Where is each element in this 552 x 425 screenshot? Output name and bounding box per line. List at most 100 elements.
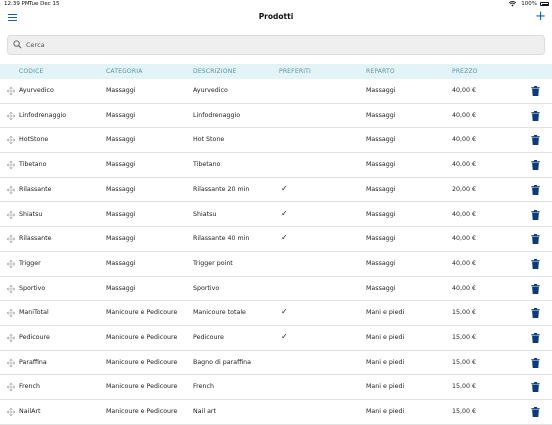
column-header-prezzo[interactable]: PREZZO [452, 68, 478, 75]
table-row[interactable]: Pedicoure Manicoure e Pedicoure Pedicour… [0, 326, 552, 351]
cell-prezzo: 40,00 € [452, 111, 477, 119]
drag-handle-icon[interactable] [7, 284, 15, 293]
cell-codice: Pedicoure [19, 334, 50, 341]
cell-reparto: Massaggi [366, 259, 396, 267]
cell-prezzo: 15,00 € [452, 334, 477, 341]
cell-categoria: Manicoure e Pedicoure [106, 334, 178, 341]
cell-descrizione: Sportivo [193, 284, 220, 292]
search-input[interactable] [26, 36, 526, 54]
search-icon [13, 40, 22, 49]
trash-icon[interactable] [531, 258, 540, 269]
cell-descrizione: Ayurvedico [193, 87, 228, 94]
drag-handle-icon[interactable] [7, 358, 15, 367]
drag-handle-icon[interactable] [7, 334, 15, 342]
drag-handle-icon[interactable] [7, 259, 15, 268]
drag-handle-icon[interactable] [7, 210, 15, 219]
battery-percent: 100% [521, 1, 537, 7]
table-row[interactable]: Paraffina Manicoure e Pedicoure Bagno di… [0, 351, 552, 376]
trash-icon[interactable] [531, 407, 540, 418]
trash-icon[interactable] [531, 135, 540, 146]
cell-codice: Paraffina [19, 358, 47, 366]
table-row[interactable]: Linfodrenaggio Massaggi Linfodrenaggio M… [0, 104, 552, 129]
table-row[interactable]: Shiatsu Massaggi Shiatsu ✓ Massaggi 40,0… [0, 203, 552, 228]
trash-icon[interactable] [531, 184, 540, 195]
table-row[interactable]: Rilassante Massaggi Rilassante 40 min ✓ … [0, 227, 552, 252]
trash-icon[interactable] [531, 382, 540, 393]
table-row[interactable]: Rilassante Massaggi Rilassante 20 min ✓ … [0, 178, 552, 203]
trash-icon[interactable] [531, 333, 540, 343]
battery-icon [540, 2, 549, 6]
cell-descrizione: Rilassante 40 min [193, 235, 250, 243]
cell-descrizione: Shiatsu [193, 210, 217, 218]
column-header-preferiti[interactable]: PREFERITI [279, 68, 311, 75]
table-row[interactable]: HotStone Massaggi Hot Stone Massaggi 40,… [0, 128, 552, 154]
trash-icon[interactable] [531, 209, 540, 220]
cell-descrizione: Rilassante 20 min [193, 185, 250, 193]
table-row[interactable]: Tibetano Massaggi Tibetano Massaggi 40,0… [0, 153, 552, 178]
drag-handle-icon[interactable] [7, 136, 15, 145]
table-row[interactable]: ManiTotal Manicoure e Pedicoure Manicour… [0, 301, 552, 326]
trash-icon[interactable] [531, 110, 540, 121]
cell-reparto: Massaggi [366, 136, 396, 144]
cell-reparto: Massaggi [366, 87, 396, 94]
trash-icon[interactable] [531, 308, 540, 319]
cell-reparto: Massaggi [366, 185, 396, 193]
cell-prezzo: 20,00 € [452, 185, 477, 193]
table-row[interactable]: NailArt Manicoure e Pedicoure Nail art M… [0, 400, 552, 425]
cell-reparto: Mani e piedi [366, 383, 405, 391]
table-row[interactable]: Ayurvedico Massaggi Ayurvedico Massaggi … [0, 79, 552, 104]
drag-handle-icon[interactable] [7, 235, 15, 244]
cell-codice: French [19, 383, 40, 391]
cell-reparto: Massaggi [366, 235, 396, 243]
page-title: Prodotti [258, 12, 294, 21]
table-row[interactable]: Sportivo Massaggi Sportivo Massaggi 40,0… [0, 277, 552, 302]
cell-prezzo: 15,00 € [452, 383, 477, 391]
drag-handle-icon[interactable] [7, 87, 15, 95]
checkmark-icon: ✓ [281, 332, 288, 341]
cell-codice: Shiatsu [19, 210, 43, 218]
drag-handle-icon[interactable] [7, 383, 15, 392]
cell-descrizione: Pedicoure [193, 334, 224, 341]
cell-reparto: Mani e piedi [366, 408, 405, 416]
cell-descrizione: Hot Stone [193, 136, 225, 144]
drag-handle-icon[interactable] [7, 185, 15, 194]
cell-categoria: Manicoure e Pedicoure [106, 309, 178, 317]
cell-prezzo: 15,00 € [452, 358, 477, 366]
drag-handle-icon[interactable] [7, 161, 15, 170]
plus-icon[interactable]: + [535, 10, 546, 23]
column-header-descrizione[interactable]: DESCRIZIONE [193, 68, 236, 75]
trash-icon[interactable] [531, 357, 540, 368]
table-row[interactable]: French Manicoure e Pedicoure French Mani… [0, 375, 552, 401]
cell-prezzo: 40,00 € [452, 87, 477, 94]
cell-codice: Rilassante [19, 185, 52, 193]
column-header-codice[interactable]: CODICE [19, 68, 43, 75]
drag-handle-icon[interactable] [7, 309, 15, 318]
trash-icon[interactable] [531, 234, 540, 245]
trash-icon[interactable] [531, 283, 540, 294]
cell-codice: Linfodrenaggio [19, 111, 67, 119]
checkmark-icon: ✓ [281, 183, 288, 193]
drag-handle-icon[interactable] [7, 111, 15, 120]
cell-reparto: Mani e piedi [366, 358, 405, 366]
cell-categoria: Massaggi [106, 210, 136, 218]
column-header-reparto[interactable]: REPARTO [366, 68, 395, 75]
search-bar[interactable] [7, 35, 545, 55]
cell-descrizione: Nail art [193, 408, 216, 416]
cell-categoria: Manicoure e Pedicoure [106, 408, 178, 416]
column-header-categoria[interactable]: CATEGORIA [106, 68, 143, 75]
trash-icon[interactable] [531, 160, 540, 171]
cell-codice: Ayurvedico [19, 87, 54, 94]
table-row[interactable]: Trigger Massaggi Trigger point Massaggi … [0, 252, 552, 277]
cell-prezzo: 40,00 € [452, 235, 477, 243]
cell-descrizione: Tibetano [193, 161, 221, 169]
trash-icon[interactable] [531, 86, 540, 96]
status-time: 12:39 PM [4, 1, 30, 7]
cell-descrizione: Linfodrenaggio [193, 111, 241, 119]
cell-codice: ManiTotal [19, 309, 49, 317]
cell-codice: Tibetano [19, 161, 47, 169]
cell-descrizione: French [193, 383, 214, 391]
drag-handle-icon[interactable] [7, 408, 15, 417]
cell-categoria: Massaggi [106, 87, 136, 94]
cell-prezzo: 40,00 € [452, 136, 477, 144]
cell-categoria: Massaggi [106, 185, 136, 193]
